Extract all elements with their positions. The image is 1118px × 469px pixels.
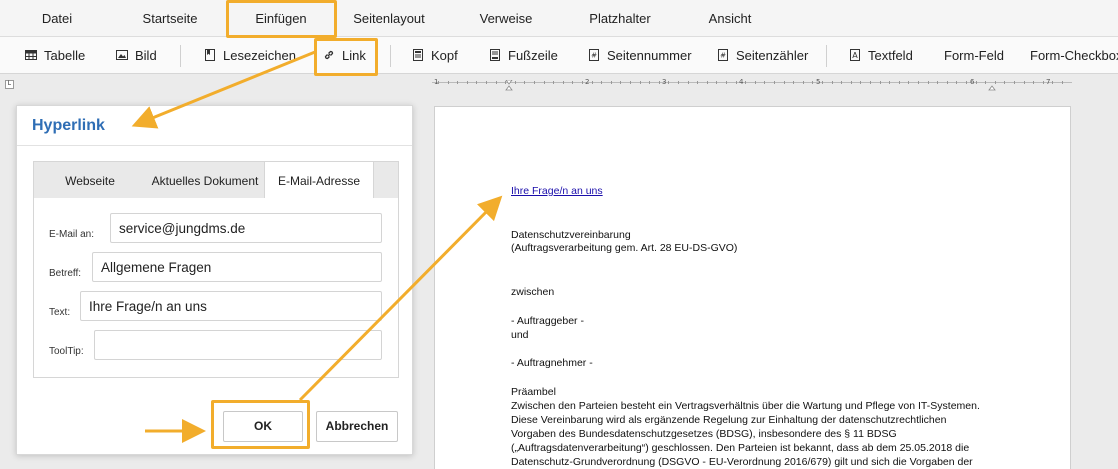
annotation-arrows (131, 50, 503, 443)
arrow-to-dialog-title (131, 50, 316, 129)
arrow-to-document-link (298, 195, 503, 402)
